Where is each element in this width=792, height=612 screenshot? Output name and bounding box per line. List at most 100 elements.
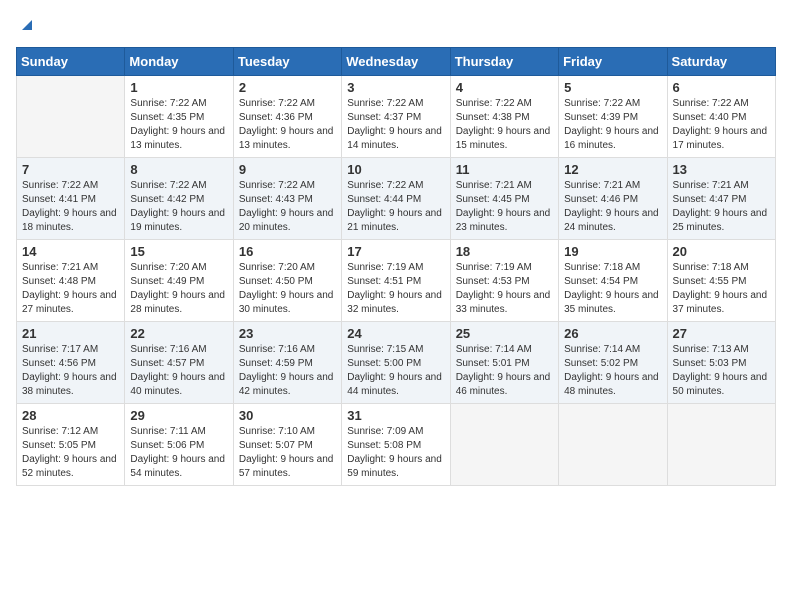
day-info: Sunrise: 7:22 AMSunset: 4:44 PMDaylight:… bbox=[347, 179, 444, 235]
day-number: 5 bbox=[564, 80, 661, 95]
day-info: Sunrise: 7:21 AMSunset: 4:46 PMDaylight:… bbox=[564, 179, 661, 235]
day-info: Sunrise: 7:14 AMSunset: 5:01 PMDaylight:… bbox=[456, 343, 553, 399]
day-info: Sunrise: 7:13 AMSunset: 5:03 PMDaylight:… bbox=[673, 343, 770, 399]
calendar-week-row: 28 Sunrise: 7:12 AMSunset: 5:05 PMDayligh… bbox=[17, 404, 776, 486]
day-info: Sunrise: 7:22 AMSunset: 4:37 PMDaylight:… bbox=[347, 97, 444, 153]
calendar-cell: 12 Sunrise: 7:21 AMSunset: 4:46 PMDayligh… bbox=[559, 158, 667, 240]
day-info: Sunrise: 7:22 AMSunset: 4:43 PMDaylight:… bbox=[239, 179, 336, 235]
calendar-cell: 23 Sunrise: 7:16 AMSunset: 4:59 PMDayligh… bbox=[233, 322, 341, 404]
calendar-cell: 29 Sunrise: 7:11 AMSunset: 5:06 PMDayligh… bbox=[125, 404, 233, 486]
day-number: 20 bbox=[673, 244, 770, 259]
day-info: Sunrise: 7:21 AMSunset: 4:45 PMDaylight:… bbox=[456, 179, 553, 235]
day-info: Sunrise: 7:14 AMSunset: 5:02 PMDaylight:… bbox=[564, 343, 661, 399]
calendar-cell: 15Sunrise: 7:20 AMSunset: 4:49 PMDayligh… bbox=[125, 240, 233, 322]
day-info: Sunrise: 7:22 AMSunset: 4:38 PMDaylight:… bbox=[456, 97, 553, 153]
day-info: Sunrise: 7:16 AMSunset: 4:59 PMDaylight:… bbox=[239, 343, 336, 399]
day-number: 25 bbox=[456, 326, 553, 341]
day-number: 17 bbox=[347, 244, 444, 259]
calendar-header-row: SundayMondayTuesdayWednesdayThursdayFrid… bbox=[17, 48, 776, 76]
weekday-header-friday: Friday bbox=[559, 48, 667, 76]
calendar-cell: 9 Sunrise: 7:22 AMSunset: 4:43 PMDaylight… bbox=[233, 158, 341, 240]
calendar-cell: 26Sunrise: 7:14 AMSunset: 5:02 PMDayligh… bbox=[559, 322, 667, 404]
day-number: 31 bbox=[347, 408, 444, 423]
day-number: 21 bbox=[22, 326, 119, 341]
day-number: 23 bbox=[239, 326, 336, 341]
day-number: 1 bbox=[130, 80, 227, 95]
weekday-header-wednesday: Wednesday bbox=[342, 48, 450, 76]
day-number: 27 bbox=[673, 326, 770, 341]
calendar-cell: 17 Sunrise: 7:19 AMSunset: 4:51 PMDayligh… bbox=[342, 240, 450, 322]
day-info: Sunrise: 7:22 AMSunset: 4:35 PMDaylight:… bbox=[130, 97, 227, 153]
day-number: 14 bbox=[22, 244, 119, 259]
day-number: 24 bbox=[347, 326, 444, 341]
day-number: 22 bbox=[130, 326, 227, 341]
day-info: Sunrise: 7:19 AMSunset: 4:53 PMDaylight:… bbox=[456, 261, 553, 317]
calendar-cell: 31 Sunrise: 7:09 AMSunset: 5:08 PMDayligh… bbox=[342, 404, 450, 486]
calendar-cell bbox=[450, 404, 558, 486]
day-info: Sunrise: 7:09 AMSunset: 5:08 PMDaylight:… bbox=[347, 425, 444, 481]
day-info: Sunrise: 7:22 AMSunset: 4:36 PMDaylight:… bbox=[239, 97, 336, 153]
day-number: 12 bbox=[564, 162, 661, 177]
day-number: 3 bbox=[347, 80, 444, 95]
weekday-header-tuesday: Tuesday bbox=[233, 48, 341, 76]
day-number: 13 bbox=[673, 162, 770, 177]
day-info: Sunrise: 7:20 AMSunset: 4:50 PMDaylight:… bbox=[239, 261, 336, 317]
day-number: 28 bbox=[22, 408, 119, 423]
day-info: Sunrise: 7:22 AMSunset: 4:40 PMDaylight:… bbox=[673, 97, 770, 153]
calendar-cell: 13 Sunrise: 7:21 AMSunset: 4:47 PMDayligh… bbox=[667, 158, 775, 240]
calendar-cell: 30Sunrise: 7:10 AMSunset: 5:07 PMDayligh… bbox=[233, 404, 341, 486]
day-info: Sunrise: 7:19 AMSunset: 4:51 PMDaylight:… bbox=[347, 261, 444, 317]
day-number: 16 bbox=[239, 244, 336, 259]
day-info: Sunrise: 7:21 AMSunset: 4:47 PMDaylight:… bbox=[673, 179, 770, 235]
logo bbox=[16, 16, 36, 39]
day-info: Sunrise: 7:10 AMSunset: 5:07 PMDaylight:… bbox=[239, 425, 336, 481]
calendar-week-row: 14 Sunrise: 7:21 AMSunset: 4:48 PMDayligh… bbox=[17, 240, 776, 322]
day-number: 29 bbox=[130, 408, 227, 423]
day-info: Sunrise: 7:15 AMSunset: 5:00 PMDaylight:… bbox=[347, 343, 444, 399]
day-info: Sunrise: 7:21 AMSunset: 4:48 PMDaylight:… bbox=[22, 261, 119, 317]
day-number: 7 bbox=[22, 162, 119, 177]
calendar-cell: 20 Sunrise: 7:18 AMSunset: 4:55 PMDayligh… bbox=[667, 240, 775, 322]
day-info: Sunrise: 7:16 AMSunset: 4:57 PMDaylight:… bbox=[130, 343, 227, 399]
calendar-cell: 6 Sunrise: 7:22 AMSunset: 4:40 PMDaylight… bbox=[667, 76, 775, 158]
calendar-cell: 25 Sunrise: 7:14 AMSunset: 5:01 PMDayligh… bbox=[450, 322, 558, 404]
calendar-cell: 11 Sunrise: 7:21 AMSunset: 4:45 PMDayligh… bbox=[450, 158, 558, 240]
day-number: 8 bbox=[130, 162, 227, 177]
day-number: 10 bbox=[347, 162, 444, 177]
weekday-header-thursday: Thursday bbox=[450, 48, 558, 76]
calendar-cell: 28 Sunrise: 7:12 AMSunset: 5:05 PMDayligh… bbox=[17, 404, 125, 486]
day-number: 4 bbox=[456, 80, 553, 95]
day-number: 11 bbox=[456, 162, 553, 177]
day-info: Sunrise: 7:18 AMSunset: 4:54 PMDaylight:… bbox=[564, 261, 661, 317]
day-number: 6 bbox=[673, 80, 770, 95]
day-info: Sunrise: 7:18 AMSunset: 4:55 PMDaylight:… bbox=[673, 261, 770, 317]
calendar-cell: 14 Sunrise: 7:21 AMSunset: 4:48 PMDayligh… bbox=[17, 240, 125, 322]
calendar-cell: 16 Sunrise: 7:20 AMSunset: 4:50 PMDayligh… bbox=[233, 240, 341, 322]
calendar-cell: 5 Sunrise: 7:22 AMSunset: 4:39 PMDaylight… bbox=[559, 76, 667, 158]
calendar-cell: 7 Sunrise: 7:22 AMSunset: 4:41 PMDaylight… bbox=[17, 158, 125, 240]
calendar-cell: 3 Sunrise: 7:22 AMSunset: 4:37 PMDaylight… bbox=[342, 76, 450, 158]
calendar-cell: 24 Sunrise: 7:15 AMSunset: 5:00 PMDayligh… bbox=[342, 322, 450, 404]
calendar-cell: 19 Sunrise: 7:18 AMSunset: 4:54 PMDayligh… bbox=[559, 240, 667, 322]
day-info: Sunrise: 7:17 AMSunset: 4:56 PMDaylight:… bbox=[22, 343, 119, 399]
day-info: Sunrise: 7:22 AMSunset: 4:41 PMDaylight:… bbox=[22, 179, 119, 235]
logo-icon bbox=[18, 16, 36, 34]
calendar-cell: 1 Sunrise: 7:22 AMSunset: 4:35 PMDaylight… bbox=[125, 76, 233, 158]
calendar-cell: 4 Sunrise: 7:22 AMSunset: 4:38 PMDaylight… bbox=[450, 76, 558, 158]
day-number: 19 bbox=[564, 244, 661, 259]
page-header bbox=[16, 16, 776, 39]
weekday-header-saturday: Saturday bbox=[667, 48, 775, 76]
calendar-week-row: 1 Sunrise: 7:22 AMSunset: 4:35 PMDaylight… bbox=[17, 76, 776, 158]
weekday-header-monday: Monday bbox=[125, 48, 233, 76]
day-number: 18 bbox=[456, 244, 553, 259]
day-number: 9 bbox=[239, 162, 336, 177]
calendar-cell: 8Sunrise: 7:22 AMSunset: 4:42 PMDaylight… bbox=[125, 158, 233, 240]
calendar-cell: 27 Sunrise: 7:13 AMSunset: 5:03 PMDayligh… bbox=[667, 322, 775, 404]
day-info: Sunrise: 7:20 AMSunset: 4:49 PMDaylight:… bbox=[130, 261, 227, 317]
day-info: Sunrise: 7:11 AMSunset: 5:06 PMDaylight:… bbox=[130, 425, 227, 481]
day-info: Sunrise: 7:22 AMSunset: 4:39 PMDaylight:… bbox=[564, 97, 661, 153]
calendar-cell bbox=[559, 404, 667, 486]
day-info: Sunrise: 7:12 AMSunset: 5:05 PMDaylight:… bbox=[22, 425, 119, 481]
calendar-cell bbox=[17, 76, 125, 158]
calendar-cell: 18 Sunrise: 7:19 AMSunset: 4:53 PMDayligh… bbox=[450, 240, 558, 322]
